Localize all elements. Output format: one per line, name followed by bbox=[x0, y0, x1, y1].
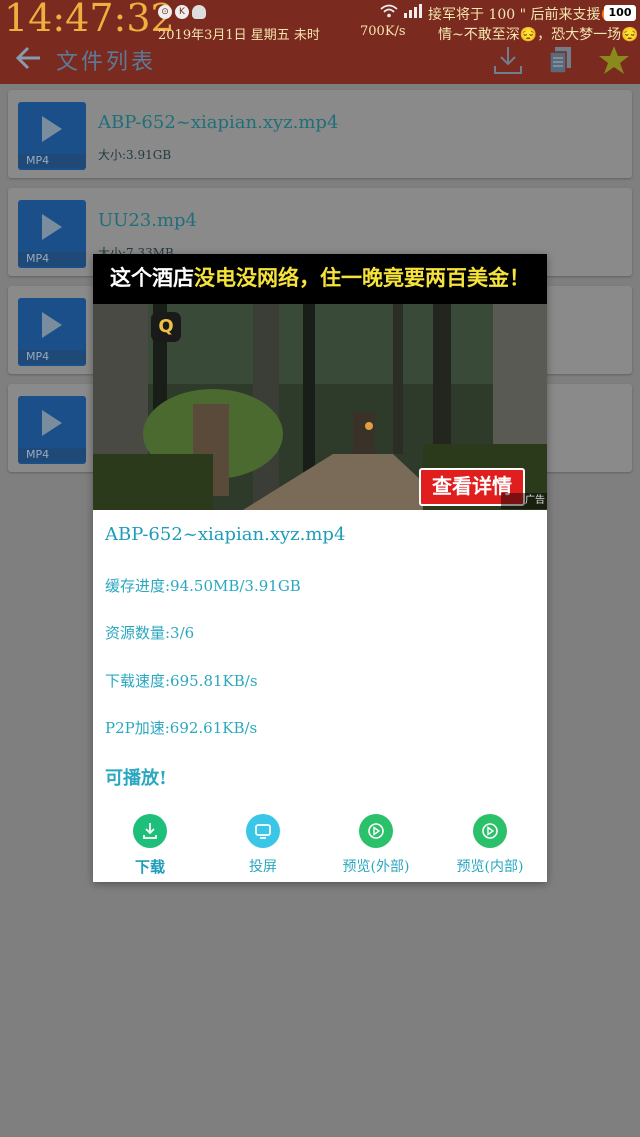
status-message-2: 情~不敢至深😔，恐大梦一场😔 bbox=[438, 27, 639, 43]
playable-status: 可播放! bbox=[105, 768, 167, 789]
resource-count: 资源数量:3/6 bbox=[105, 624, 195, 642]
video-file-icon: MP4 bbox=[18, 396, 86, 464]
back-arrow-icon[interactable] bbox=[14, 44, 42, 79]
status-message-1: 接军将于 100 " 后前来支援😡 bbox=[428, 7, 618, 23]
video-file-icon: MP4 bbox=[18, 200, 86, 268]
k-app-icon: K bbox=[175, 5, 189, 19]
play-icon bbox=[42, 312, 62, 338]
cellular-signal-icon bbox=[404, 4, 422, 18]
file-name: ABP-652~xiapian.xyz.mp4 bbox=[98, 112, 339, 133]
cloud-icon bbox=[192, 5, 206, 19]
ad-headline-highlight: 没电没网络，住一晚竟要两百美金！ bbox=[194, 266, 530, 290]
play-circle-icon bbox=[473, 814, 507, 848]
status-date: 2019年3月1日 星期五 未时 bbox=[158, 28, 320, 43]
preview-external-button[interactable]: 预览(外部) bbox=[319, 812, 433, 876]
video-file-icon: MP4 bbox=[18, 298, 86, 366]
signal-icons bbox=[380, 3, 424, 19]
download-icon bbox=[133, 814, 167, 848]
play-circle-icon bbox=[359, 814, 393, 848]
download-info-dialog: 这个酒店没电没网络，住一晚竟要两百美金！ Q 查看详情 广告 ABP-652~x… bbox=[93, 254, 547, 882]
copy-icon[interactable] bbox=[546, 44, 578, 76]
status-icons: ⊙ K bbox=[158, 5, 206, 19]
ad-headline-pre: 这个酒店 bbox=[110, 266, 194, 290]
preview-internal-label: 预览(内部) bbox=[456, 859, 524, 875]
file-card[interactable]: MP4 ABP-652~xiapian.xyz.mp4 大小:3.91GB bbox=[8, 90, 632, 178]
download-speed: 下载速度:695.81KB/s bbox=[105, 672, 258, 690]
file-format: MP4 bbox=[18, 448, 86, 462]
file-format: MP4 bbox=[18, 154, 86, 168]
preview-external-label: 预览(外部) bbox=[342, 859, 410, 875]
file-format: MP4 bbox=[18, 350, 86, 364]
file-name: UU23.mp4 bbox=[98, 210, 198, 231]
wifi-icon bbox=[380, 4, 398, 18]
cast-icon bbox=[246, 814, 280, 848]
page-title: 文件列表 bbox=[56, 50, 157, 75]
app-toolbar: 文件列表 bbox=[0, 44, 640, 84]
play-icon bbox=[42, 214, 62, 240]
p2p-speed: P2P加速:692.61KB/s bbox=[105, 719, 258, 737]
status-bar: 14:47:32 ⊙ K 2019年3月1日 星期五 未时 700K/s 接军将… bbox=[0, 0, 640, 44]
ad-headline: 这个酒店没电没网络，住一晚竟要两百美金！ bbox=[93, 254, 547, 304]
ad-badge: 广告 bbox=[501, 493, 547, 509]
battery-indicator: 100 bbox=[604, 5, 636, 21]
download-button[interactable]: 下载 bbox=[93, 812, 207, 877]
ad-app-logo: Q bbox=[151, 312, 181, 342]
cast-button[interactable]: 投屏 bbox=[206, 812, 320, 876]
cast-label: 投屏 bbox=[249, 859, 277, 875]
dialog-actions: 下载 投屏 预览(外部) 预览(内部) bbox=[93, 812, 547, 882]
preview-internal-button[interactable]: 预览(内部) bbox=[433, 812, 547, 876]
network-speed: 700K/s bbox=[360, 24, 406, 39]
play-icon bbox=[42, 116, 62, 142]
video-file-icon: MP4 bbox=[18, 102, 86, 170]
ad-banner[interactable]: 这个酒店没电没网络，住一晚竟要两百美金！ Q 查看详情 广告 bbox=[93, 254, 547, 510]
clock: 14:47:32 bbox=[4, 0, 175, 40]
download-label: 下载 bbox=[134, 858, 165, 876]
notification-icon: ⊙ bbox=[158, 5, 172, 19]
cache-progress: 缓存进度:94.50MB/3.91GB bbox=[105, 577, 301, 595]
play-icon bbox=[42, 410, 62, 436]
file-size: 大小:3.91GB bbox=[98, 148, 172, 162]
file-format: MP4 bbox=[18, 252, 86, 266]
dialog-file-name: ABP-652~xiapian.xyz.mp4 bbox=[105, 524, 346, 545]
arrow-left-icon bbox=[15, 46, 40, 70]
download-icon[interactable] bbox=[492, 44, 524, 76]
star-icon[interactable] bbox=[598, 44, 630, 76]
